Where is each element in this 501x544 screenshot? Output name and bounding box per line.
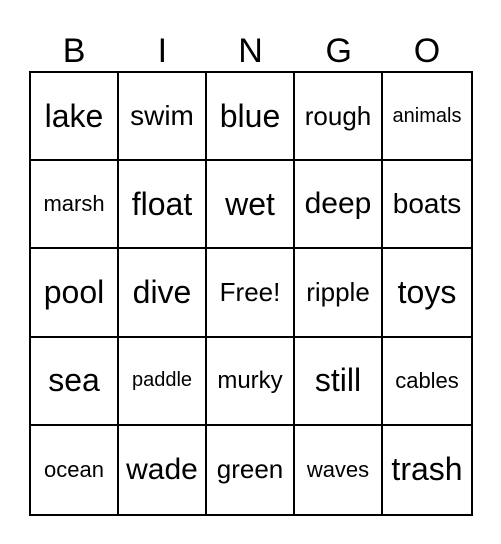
header-letter: N bbox=[238, 32, 263, 70]
header-letter: B bbox=[62, 32, 86, 70]
bingo-cell: ripple bbox=[295, 249, 383, 338]
bingo-cell: wet bbox=[207, 161, 295, 250]
bingo-cell: trash bbox=[391, 451, 463, 488]
bingo-grid: lake swim blue rough animals marsh float wet dee… bbox=[29, 71, 473, 516]
bingo-cell: cables bbox=[383, 338, 471, 426]
bingo-cell: boats bbox=[383, 161, 471, 250]
bingo-header: BINGO bbox=[30, 30, 471, 72]
bingo-cell: dive bbox=[119, 249, 207, 338]
bingo-cell: animals bbox=[383, 73, 471, 162]
bingo-cell: waves bbox=[295, 425, 383, 514]
bingo-cell: marsh bbox=[31, 161, 119, 250]
bingo-cell: wade bbox=[119, 425, 207, 514]
bingo-cell: rough bbox=[295, 73, 383, 162]
bingo-cell: still bbox=[295, 337, 383, 426]
free-space-cell: Free! bbox=[207, 249, 295, 338]
bingo-cell: sea bbox=[31, 337, 119, 426]
bingo-cell: paddle bbox=[119, 337, 207, 426]
bingo-cell: toys bbox=[383, 249, 471, 338]
bingo-cell: green bbox=[207, 425, 295, 514]
bingo-cell: float bbox=[119, 161, 207, 250]
bingo-cell: pool bbox=[31, 249, 119, 338]
header-letter: I bbox=[157, 32, 168, 70]
bingo-cell: deep bbox=[295, 161, 383, 250]
header-letter: G bbox=[325, 32, 352, 70]
bingo-cell: swim bbox=[119, 73, 207, 162]
header-letter: O bbox=[413, 32, 441, 70]
bingo-cell: lake bbox=[31, 73, 119, 162]
bingo-cell: murky bbox=[207, 337, 295, 426]
bingo-cell: blue bbox=[207, 73, 295, 162]
bingo-cell: ocean bbox=[31, 425, 119, 514]
